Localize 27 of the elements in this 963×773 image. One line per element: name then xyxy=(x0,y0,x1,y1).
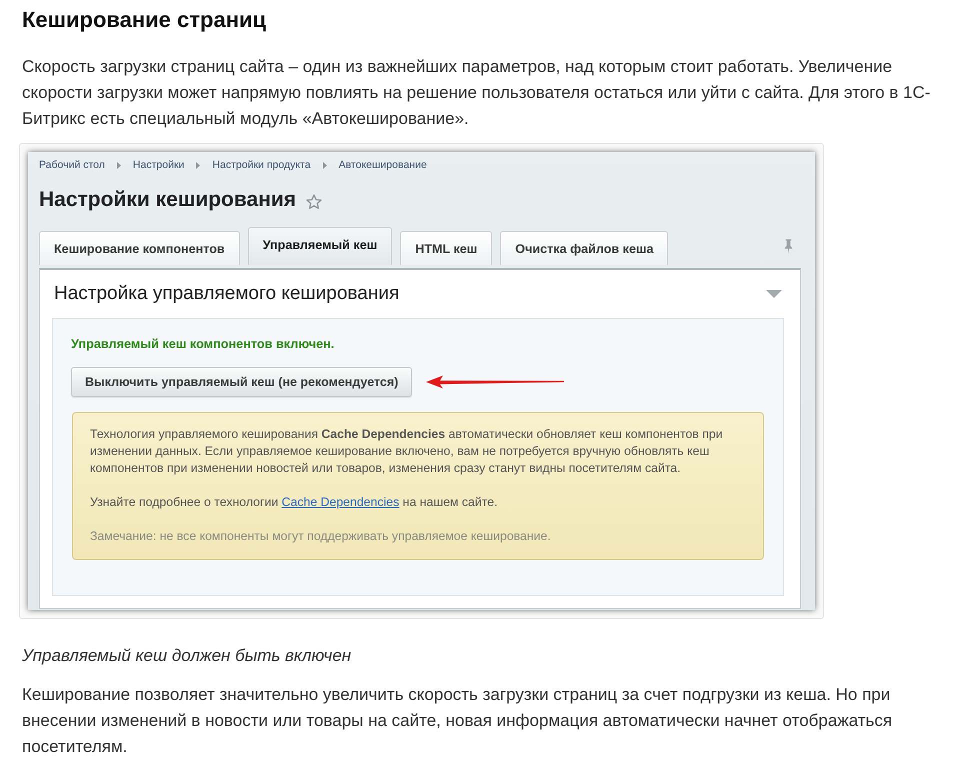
tab[interactable]: Очистка файлов кеша xyxy=(500,231,668,265)
disable-cache-button[interactable]: Выключить управляемый кеш (не рекомендуется) xyxy=(71,367,412,397)
breadcrumb-link[interactable]: Настройки продукта xyxy=(212,158,311,172)
note-text: Технология управляемого кеширования Cache Dependencies автоматически обновляет кеш компонентов при изменении данных. Если управляемое кеширование включено, вам не потребуется вручную обновлять кеш компонентов при изменении новостей или товаров, изменения сразу станут видны посетителям сайта. xyxy=(90,426,724,477)
pin-icon[interactable] xyxy=(784,239,793,254)
breadcrumb-link[interactable]: Автокеширование xyxy=(338,158,427,172)
body-paragraph: Кеширование позволяет значительно увеличить скорость загрузки страниц за счет подгрузки из кеша. Но при внесении изменений в новости или товары на сайте, новая информация автоматически начнет отображаться посетителям. xyxy=(22,684,894,758)
cache-dependencies-link[interactable]: Cache Dependencies xyxy=(282,495,400,509)
collapse-triangle-icon[interactable] xyxy=(766,290,782,298)
breadcrumb-link[interactable]: Настройки xyxy=(132,158,184,172)
breadcrumb-separator-icon xyxy=(196,162,200,168)
tab[interactable]: HTML кеш xyxy=(400,231,492,265)
tab[interactable]: Управляемый кеш xyxy=(248,227,392,265)
breadcrumb-separator-icon xyxy=(116,162,121,168)
image-caption: Управляемый кеш должен быть включен xyxy=(22,645,352,667)
note-text: Узнайте подробнее о технологии Cache Dependencies на нашем сайте. xyxy=(90,494,499,511)
breadcrumb-separator-icon xyxy=(322,162,327,168)
panel-title: Настройка управляемого кеширования xyxy=(54,283,400,305)
tab[interactable]: Кеширование компонентов xyxy=(39,231,240,265)
remark-text: Замечание: не все компоненты могут поддерживать управляемое кеширование. xyxy=(90,528,552,545)
page-title: Настройки кеширования xyxy=(39,187,296,213)
status-message: Управляемый кеш компонентов включен. xyxy=(71,337,336,351)
arrow-icon xyxy=(426,375,564,389)
star-icon[interactable] xyxy=(306,194,322,210)
article-heading: Кеширование страниц xyxy=(22,8,268,32)
intro-paragraph: Скорость загрузки страниц сайта – один из важнейших параметров, над которым стоит работать. Увеличение скорости загрузки может напрямую повлиять на решение пользователя остаться или уйти с сайта. Для этого в 1С-Битрикс есть специальный модуль «Автокеширование». xyxy=(22,56,932,130)
breadcrumb-link[interactable]: Рабочий стол xyxy=(39,158,105,172)
